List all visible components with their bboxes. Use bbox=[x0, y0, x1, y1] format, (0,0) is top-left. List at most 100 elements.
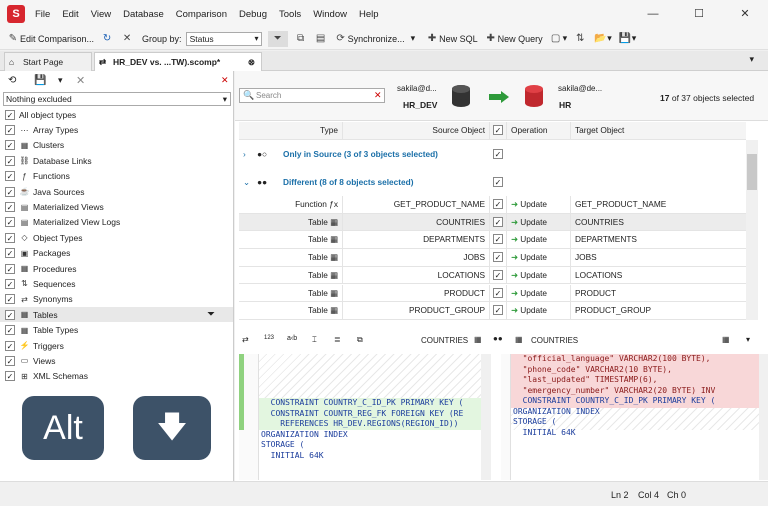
connect-icon[interactable]: ⇅ bbox=[573, 32, 587, 46]
clear-search-icon[interactable]: ✕ bbox=[374, 90, 382, 101]
menu-file[interactable]: File bbox=[35, 9, 50, 20]
save-filter-icon[interactable]: 💾 bbox=[34, 75, 46, 86]
right-diff-pane[interactable]: "official_language" VARCHAR2(100 BYTE), … bbox=[501, 354, 759, 480]
format-icon[interactable]: ≣ bbox=[334, 335, 341, 344]
save-icon[interactable]: 💾 bbox=[618, 32, 632, 46]
col-operation[interactable]: Operation bbox=[507, 122, 571, 139]
object-type-checkbox[interactable]: ✓ bbox=[5, 340, 15, 351]
col-source-object[interactable]: Source Object bbox=[343, 122, 490, 139]
scrollbar-thumb[interactable] bbox=[747, 154, 757, 190]
case-icon[interactable]: a‹b bbox=[287, 335, 297, 342]
new-document-icon[interactable]: ▢ bbox=[549, 32, 563, 46]
object-type-item[interactable]: ✓ ▤ Materialized View Logs bbox=[0, 215, 233, 230]
tab-comparison[interactable]: ⇄ HR_DEV vs. ...TW).scomp* ⊗ bbox=[94, 52, 262, 71]
table-row[interactable]: Table ▦ PRODUCT ✓ ➜ Update PRODUCT bbox=[239, 284, 746, 303]
object-type-item[interactable]: ✓ ☕ Java Sources bbox=[0, 184, 233, 199]
table-row[interactable]: Table ▦ DEPARTMENTS ✓ ➜ Update DEPARTMENTS bbox=[239, 231, 746, 250]
object-type-checkbox[interactable]: ✓ bbox=[5, 171, 15, 182]
table-row[interactable]: Table ▦ PRODUCT_GROUP ✓ ➜ Update PRODUCT_GRO… bbox=[239, 302, 746, 320]
refresh-icon[interactable]: ↻ bbox=[100, 32, 114, 46]
left-diff-pane[interactable]: CONSTRAINT COUNTRY_C_ID_PK PRIMARY KEY (… bbox=[239, 354, 481, 480]
tab-start-page[interactable]: ⌂ Start Page bbox=[4, 52, 92, 71]
tab-close-icon[interactable]: ⊗ bbox=[248, 53, 255, 71]
row-checkbox[interactable]: ✓ bbox=[493, 252, 503, 263]
save-dropdown-icon[interactable]: ▾ bbox=[632, 33, 637, 44]
grid-scrollbar[interactable] bbox=[746, 140, 758, 320]
diff-nav-icon[interactable]: ●● bbox=[493, 334, 503, 343]
report-icon[interactable]: ▤ bbox=[314, 32, 328, 46]
filter-select[interactable]: Nothing excluded bbox=[3, 92, 231, 106]
menu-database[interactable]: Database bbox=[123, 9, 164, 20]
object-type-item[interactable]: ✓ ▦ Procedures bbox=[0, 261, 233, 276]
group-only-in-source[interactable]: › ●○ Only in Source (3 of 3 objects sele… bbox=[239, 146, 746, 164]
table-row[interactable]: Table ▦ COUNTRIES ✓ ➜ Update COUNTRIES bbox=[239, 213, 746, 232]
wrap-icon[interactable]: ⧉ bbox=[357, 335, 363, 345]
new-document-dropdown-icon[interactable]: ▾ bbox=[563, 33, 568, 44]
object-type-checkbox[interactable]: ✓ bbox=[5, 263, 15, 274]
menu-comparison[interactable]: Comparison bbox=[176, 9, 227, 20]
row-checkbox[interactable]: ✓ bbox=[493, 287, 503, 298]
object-type-item[interactable]: ✓ ⇅ Sequences bbox=[0, 276, 233, 291]
close-panel-icon[interactable]: ✕ bbox=[221, 75, 229, 86]
object-type-item[interactable]: ✓ ◇ Object Types bbox=[0, 230, 233, 245]
new-filter-icon[interactable]: ⟲ bbox=[8, 75, 16, 86]
object-type-checkbox[interactable]: ✓ bbox=[5, 186, 15, 197]
object-type-checkbox[interactable]: ✓ bbox=[5, 125, 15, 136]
collapse-icon[interactable]: ⌄ bbox=[243, 174, 257, 191]
menu-help[interactable]: Help bbox=[359, 9, 379, 20]
edit-comparison-button[interactable]: ✎ Edit Comparison... bbox=[6, 32, 94, 46]
object-type-item[interactable]: ✓ ▭ Views bbox=[0, 353, 233, 368]
menu-view[interactable]: View bbox=[91, 9, 111, 20]
object-type-item[interactable]: ✓ ▦ Table Types bbox=[0, 322, 233, 337]
object-type-item[interactable]: ✓ ⛓ Database Links bbox=[0, 153, 233, 168]
table-row[interactable]: Table ▦ JOBS ✓ ➜ Update JOBS bbox=[239, 249, 746, 267]
object-type-checkbox[interactable]: ✓ bbox=[5, 309, 15, 320]
search-input[interactable]: Search bbox=[239, 88, 385, 103]
object-type-checkbox[interactable]: ✓ bbox=[5, 155, 15, 166]
synchronize-button[interactable]: ⟳ Synchronize... ▾ bbox=[334, 32, 415, 46]
row-checkbox[interactable]: ✓ bbox=[493, 199, 503, 209]
col-target-object[interactable]: Target Object bbox=[571, 122, 746, 139]
col-include[interactable]: ✓ bbox=[490, 122, 507, 139]
sync-scroll-icon[interactable]: ⇄ bbox=[242, 335, 249, 344]
layout-icon[interactable]: ▦ bbox=[722, 335, 730, 344]
right-diff-vscroll[interactable] bbox=[759, 354, 768, 480]
tabs-menu-icon[interactable]: ▾ bbox=[749, 54, 754, 65]
group-by-select[interactable]: Status bbox=[185, 31, 262, 46]
object-type-checkbox[interactable]: ✓ bbox=[5, 355, 15, 366]
menu-debug[interactable]: Debug bbox=[239, 9, 267, 20]
object-type-checkbox[interactable]: ✓ bbox=[5, 109, 15, 120]
new-query-button[interactable]: ✚ New Query bbox=[484, 32, 542, 46]
object-type-item[interactable]: ✓ ⋯ Array Types bbox=[0, 122, 233, 137]
left-diff-vscroll[interactable] bbox=[481, 354, 491, 480]
object-type-item[interactable]: ✓ ▣ Packages bbox=[0, 246, 233, 261]
schema-icon[interactable]: ⧉ bbox=[294, 32, 308, 46]
expand-icon[interactable]: › bbox=[243, 146, 257, 163]
group-different[interactable]: ⌄ ●● Different (8 of 8 objects selected)… bbox=[239, 174, 746, 192]
object-type-item[interactable]: ✓ ▤ Materialized Views bbox=[0, 199, 233, 214]
numbers-icon[interactable]: 123 bbox=[264, 335, 274, 341]
object-type-item[interactable]: ✓ ƒ Functions bbox=[0, 169, 233, 184]
object-type-checkbox[interactable]: ✓ bbox=[5, 294, 15, 305]
group-checkbox[interactable]: ✓ bbox=[493, 149, 503, 159]
row-checkbox[interactable]: ✓ bbox=[493, 269, 503, 280]
menu-tools[interactable]: Tools bbox=[279, 9, 301, 20]
filter-icon[interactable]: ⏷ bbox=[271, 32, 285, 46]
object-type-checkbox[interactable]: ✓ bbox=[5, 140, 15, 151]
menu-window[interactable]: Window bbox=[313, 9, 347, 20]
object-type-item[interactable]: ✓ ⇄ Synonyms bbox=[0, 292, 233, 307]
row-checkbox[interactable]: ✓ bbox=[493, 234, 503, 245]
save-filter-dropdown-icon[interactable]: ▾ bbox=[58, 75, 63, 86]
object-type-checkbox[interactable]: ✓ bbox=[5, 325, 15, 336]
maximize-icon[interactable]: ☐ bbox=[676, 0, 722, 28]
open-dropdown-icon[interactable]: ▾ bbox=[607, 33, 612, 44]
menu-edit[interactable]: Edit bbox=[62, 9, 78, 20]
open-icon[interactable]: 📂 bbox=[593, 32, 607, 46]
table-row[interactable]: Function ƒx GET_PRODUCT_NAME ✓ ➜ Update GET_… bbox=[239, 196, 746, 214]
object-type-item[interactable]: ✓ ⚡ Triggers bbox=[0, 338, 233, 353]
select-all-checkbox[interactable]: ✓ bbox=[493, 125, 503, 135]
delete-filter-icon[interactable]: ✕ bbox=[76, 74, 85, 87]
object-type-checkbox[interactable]: ✓ bbox=[5, 278, 15, 289]
object-type-item[interactable]: ✓ ▦ Clusters bbox=[0, 138, 233, 153]
table-row[interactable]: Table ▦ LOCATIONS ✓ ➜ Update LOCATIONS bbox=[239, 266, 746, 285]
